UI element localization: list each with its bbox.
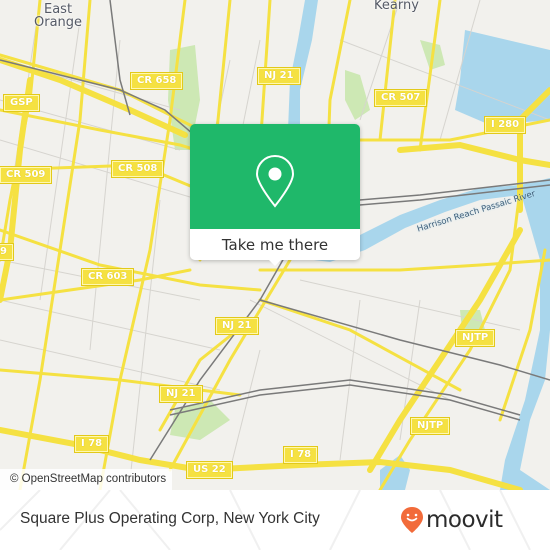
road-shield-cr-507: CR 507 — [373, 89, 428, 107]
osm-attribution[interactable]: © OpenStreetMap contributors — [0, 469, 173, 490]
road-shield-nj-21-center: NJ 21 — [215, 317, 259, 335]
road-shield-gsp: GSP — [3, 94, 40, 112]
road-shield-cr-508: CR 508 — [110, 160, 165, 178]
road-shield-i-78-east: I 78 — [282, 446, 319, 464]
footer-bar: Square Plus Operating Corp, New York Cit… — [0, 490, 550, 550]
road-shield-cr-658: CR 658 — [129, 72, 184, 90]
road-shield-cr-9: 9 — [0, 243, 14, 261]
moovit-pin-smile-icon — [401, 507, 423, 533]
road-shield-i-280: I 280 — [483, 116, 527, 134]
place-label-kearny: Kearny — [374, 0, 419, 13]
popup-pointer — [267, 258, 283, 266]
road-shield-nj-21: NJ 21 — [257, 67, 301, 85]
map-canvas[interactable]: EastOrange Kearny Newark Harrison Reach … — [0, 0, 550, 490]
take-me-there-label: Take me there — [221, 235, 329, 254]
moovit-wordmark: moovit — [426, 507, 503, 533]
road-shield-njtp-north: NJTP — [454, 329, 496, 347]
park-ironbound — [170, 400, 230, 440]
take-me-there-button[interactable]: Take me there — [190, 229, 360, 260]
road-shield-i-78-west: I 78 — [73, 435, 110, 453]
road-shield-njtp-south: NJTP — [409, 417, 451, 435]
road-shield-cr-509: CR 509 — [0, 166, 53, 184]
water-newark-bay — [455, 30, 550, 125]
popup-header — [190, 124, 360, 229]
road-shield-us-22: US 22 — [186, 461, 233, 479]
water-passaic-estuary — [500, 180, 550, 490]
place-label-east-orange: East Orange — [34, 2, 83, 30]
road-shield-cr-603: CR 603 — [80, 268, 135, 286]
destination-popup: Take me there — [190, 124, 360, 266]
location-title: Square Plus Operating Corp, New York Cit… — [20, 510, 320, 527]
park-riverbank — [345, 70, 370, 120]
moovit-logo[interactable]: moovit — [400, 502, 503, 538]
map-pin-icon — [255, 154, 295, 208]
road-shield-nj-21-south: NJ 21 — [159, 385, 203, 403]
